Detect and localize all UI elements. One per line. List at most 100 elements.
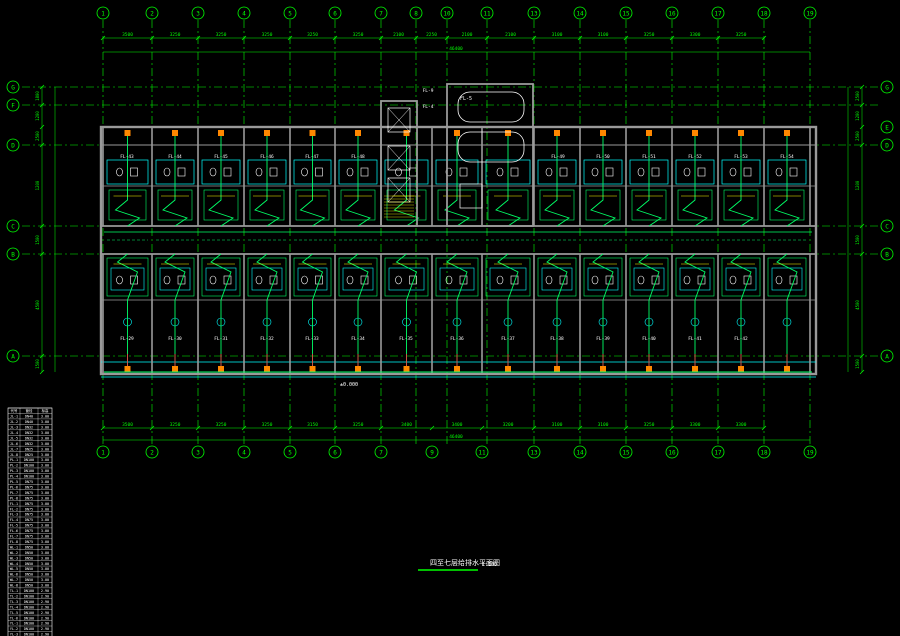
legend-cell: DN50 <box>25 573 33 577</box>
legend-cell: DN75 <box>25 485 33 489</box>
legend-cell: FL-6 <box>10 529 18 533</box>
legend-cell: 3.00 <box>41 573 49 577</box>
axis-label-left: G <box>11 85 15 92</box>
legend-cell: PL-1 <box>10 458 18 462</box>
legend-cell: 3.00 <box>41 464 49 468</box>
legend-cell: FL-1 <box>10 502 18 506</box>
riser-south <box>355 366 361 372</box>
legend-cell: 管径 <box>26 408 33 413</box>
legend-cell: 3.00 <box>41 545 49 549</box>
riser-north <box>646 130 652 136</box>
legend-cell: DN100 <box>24 633 34 636</box>
legend-cell: TL-3 <box>10 600 18 604</box>
legend-cell: DN100 <box>24 594 34 598</box>
axis-label-top: 8 <box>414 11 418 18</box>
dim-left-text: 2500 <box>35 131 40 141</box>
riser-south <box>554 366 560 372</box>
legend-cell: 3.00 <box>41 551 49 555</box>
riser-south <box>264 366 270 372</box>
legend-cell: FL-8 <box>10 540 18 544</box>
room-pipe-label-lower: FL-40 <box>642 336 656 342</box>
axis-label-bottom: 4 <box>242 450 246 457</box>
riser-north <box>124 130 131 136</box>
room-pipe-label-lower: FL-36 <box>450 336 464 342</box>
level-mark: ±0.000 <box>340 382 358 388</box>
dim-top-text: 3250 <box>644 32 655 38</box>
legend-cell: DN75 <box>25 513 33 517</box>
legend-cell: 3.00 <box>41 507 49 511</box>
legend-cell: JL-4 <box>10 431 18 435</box>
legend-cell: FL-4 <box>10 518 18 522</box>
axis-label-bottom: 15 <box>622 450 630 457</box>
legend-cell: PL-8 <box>10 496 18 500</box>
riser-south <box>218 366 224 372</box>
legend-cell: 2.90 <box>41 605 49 609</box>
dim-top-text: 3100 <box>598 32 609 38</box>
room-pipe-label-upper: FL-51 <box>642 154 656 160</box>
axis-label-bottom: 17 <box>714 450 722 457</box>
legend-cell: 3.00 <box>41 496 49 500</box>
legend-cell: DN32 <box>25 431 33 435</box>
room-pipe-label-lower: FL-34 <box>351 336 365 342</box>
dim-right-text: 2500 <box>855 91 860 101</box>
dim-top-text: 2100 <box>505 32 516 38</box>
legend-cell: FL-2 <box>10 507 18 511</box>
axis-label-bottom: 3 <box>196 450 200 457</box>
core-pipe-label: FL-9 <box>423 88 434 94</box>
legend-cell: DN100 <box>24 589 34 593</box>
dim-left-text: 1800 <box>35 91 40 101</box>
legend-cell: DN50 <box>25 556 33 560</box>
legend-cell: 3.00 <box>41 578 49 582</box>
corridor-pipe-label: FL-5 <box>460 96 472 102</box>
riser-north <box>784 130 790 136</box>
plan-scale: 1:100 <box>482 562 497 568</box>
riser-south <box>600 366 606 372</box>
riser-south <box>172 366 178 372</box>
dim-bottom-text: 3400 <box>452 422 463 428</box>
axis-label-right: B <box>885 252 889 259</box>
riser-north <box>692 130 698 136</box>
room-pipe-label-lower: FL-30 <box>168 336 182 342</box>
legend-cell: PL-2 <box>10 464 18 468</box>
axis-label-bottom: 19 <box>806 450 814 457</box>
legend-cell: FL-5 <box>10 524 18 528</box>
legend-cell: 2.90 <box>41 594 49 598</box>
axis-label-right: E <box>885 125 889 132</box>
room-pipe-label-lower: FL-32 <box>260 336 274 342</box>
axis-label-top: 16 <box>668 11 676 18</box>
legend-cell: TL-5 <box>10 611 18 615</box>
dim-bottom-text: 3200 <box>503 422 514 428</box>
legend-cell: 3.00 <box>41 431 49 435</box>
dim-right-text: 1500 <box>855 235 860 245</box>
dim-top-text: 2250 <box>426 32 437 38</box>
legend-cell: PL-4 <box>10 475 18 479</box>
room-pipe-label-upper: FL-49 <box>551 154 565 160</box>
axis-label-top: 19 <box>806 11 814 18</box>
room-pipe-label-lower: FL-35 <box>399 336 413 342</box>
dim-left-text: 1200 <box>35 180 40 190</box>
legend-cell: WL-2 <box>10 551 18 555</box>
legend-cell: PL-7 <box>10 491 18 495</box>
legend-cell: DN75 <box>25 529 33 533</box>
dim-bottom-text: 3250 <box>216 422 227 428</box>
legend-cell: 2.90 <box>41 611 49 615</box>
dim-bottom-text: 3500 <box>122 422 133 428</box>
axis-label-bottom: 11 <box>478 450 486 457</box>
dim-bottom-text: 3250 <box>262 422 273 428</box>
riser-south <box>309 366 316 372</box>
room-pipe-label-lower: FL-39 <box>596 336 610 342</box>
legend-cell: JL-3 <box>10 426 18 430</box>
legend-cell: JL-5 <box>10 436 18 440</box>
axis-label-top: 17 <box>714 11 722 18</box>
riser-south <box>505 366 511 372</box>
axis-label-bottom: 5 <box>288 450 292 457</box>
dim-bottom-text: 3400 <box>401 422 412 428</box>
legend-cell: WL-1 <box>10 545 18 549</box>
dim-top-text: 3100 <box>552 32 563 38</box>
legend-cell: JL-6 <box>10 442 18 446</box>
legend-cell: PL-3 <box>10 469 18 473</box>
cad-drawing: 1 2 3 4 5 6 7 8 10 11 13 14 15 16 17 18 19 1 2 3 4 5 6 7 9 11 13 14… <box>0 0 900 636</box>
legend-cell: DN25 <box>25 447 33 451</box>
legend-cell: TL-1 <box>10 589 18 593</box>
legend-cell: DN100 <box>24 605 34 609</box>
